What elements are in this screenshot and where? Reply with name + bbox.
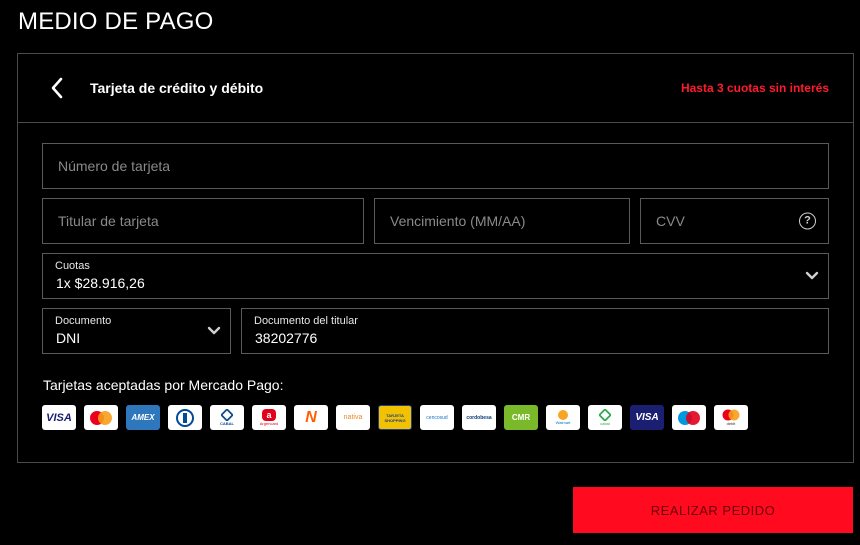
- payment-panel: Tarjeta de crédito y débito Hasta 3 cuot…: [17, 53, 854, 463]
- card-logo-text: nativa: [343, 414, 363, 421]
- card-logo-text: Argencard: [259, 421, 279, 426]
- cordobesa-logo: cordobesa: [462, 405, 496, 430]
- installments-value: 1x $28.916,26: [56, 275, 145, 291]
- card-logo-text: CMR: [511, 413, 531, 422]
- walmart-logo: Walmart: [546, 405, 580, 430]
- cvv-placeholder: CVV: [656, 213, 685, 229]
- cencosud-logo: cencosud: [420, 405, 454, 430]
- page-title: MEDIO DE PAGO: [18, 8, 214, 35]
- visa-logo: VISA: [42, 405, 76, 430]
- card-holder-field[interactable]: Titular de tarjeta: [42, 198, 364, 244]
- mastercard-logo: [84, 405, 118, 430]
- document-number-label: Documento del titular: [254, 315, 358, 327]
- mastercard-debit-logo: debit: [714, 405, 748, 430]
- card-logo-text: cencosud: [426, 414, 448, 421]
- card-logo-text: N: [305, 408, 317, 426]
- card-logo-text: TARJETA SHOPPING: [384, 412, 406, 423]
- card-holder-placeholder: Titular de tarjeta: [58, 213, 159, 229]
- document-type-label: Documento: [55, 315, 112, 327]
- document-type-select[interactable]: Documento DNI: [42, 308, 231, 354]
- chevron-down-icon: [207, 326, 221, 336]
- tarjeta-shopping-logo: TARJETA SHOPPING: [378, 405, 412, 430]
- maestro-logo: [672, 405, 706, 430]
- cmr-logo: CMR: [504, 405, 538, 430]
- card-logo-text: AMEX: [131, 413, 155, 422]
- visa-debito-logo: VISA: [630, 405, 664, 430]
- installments-promo: Hasta 3 cuotas sin interés: [680, 81, 829, 95]
- payment-method-header: Tarjeta de crédito y débito Hasta 3 cuot…: [18, 54, 853, 123]
- installments-label: Cuotas: [55, 260, 90, 272]
- document-number-field[interactable]: Documento del titular 38202776: [241, 308, 829, 354]
- nativa-logo: nativa: [336, 405, 370, 430]
- cabal-logo: CABAL: [210, 405, 244, 430]
- amex-logo: AMEX: [126, 405, 160, 430]
- card-number-placeholder: Número de tarjeta: [58, 158, 171, 174]
- card-logo-text: Walmart: [555, 420, 571, 425]
- card-logo-text: cabal: [600, 421, 610, 426]
- card-logo-text: CABAL: [220, 421, 234, 426]
- naranja-logo: N: [294, 405, 328, 430]
- chevron-left-icon: [51, 77, 63, 99]
- card-logo-text: cordobesa: [466, 414, 492, 421]
- expiry-placeholder: Vencimiento (MM/AA): [390, 213, 526, 229]
- chevron-down-icon: [805, 271, 819, 281]
- cvv-field[interactable]: CVV ?: [640, 198, 829, 244]
- document-number-value: 38202776: [255, 330, 318, 346]
- place-order-button[interactable]: REALIZAR PEDIDO: [573, 487, 853, 533]
- accepted-cards-label: Tarjetas aceptadas por Mercado Pago:: [43, 377, 284, 393]
- card-logo-text: VISA: [46, 411, 72, 424]
- expiry-field[interactable]: Vencimiento (MM/AA): [374, 198, 630, 244]
- accepted-cards-list: VISA AMEX CABAL a Argencard N nativa TAR…: [42, 405, 748, 430]
- card-number-field[interactable]: Número de tarjeta: [42, 143, 829, 189]
- payment-method-title: Tarjeta de crédito y débito: [90, 80, 264, 96]
- question-circle-icon[interactable]: ?: [799, 212, 816, 230]
- card-logo-text: debit: [726, 421, 736, 426]
- document-type-value: DNI: [56, 330, 81, 346]
- argencard-logo: a Argencard: [252, 405, 286, 430]
- card-logo-text: VISA: [635, 412, 659, 423]
- back-button[interactable]: [48, 76, 68, 100]
- installments-select[interactable]: Cuotas 1x $28.916,26: [42, 253, 829, 299]
- diners-logo: [168, 405, 202, 430]
- cabal-debito-logo: cabal: [588, 405, 622, 430]
